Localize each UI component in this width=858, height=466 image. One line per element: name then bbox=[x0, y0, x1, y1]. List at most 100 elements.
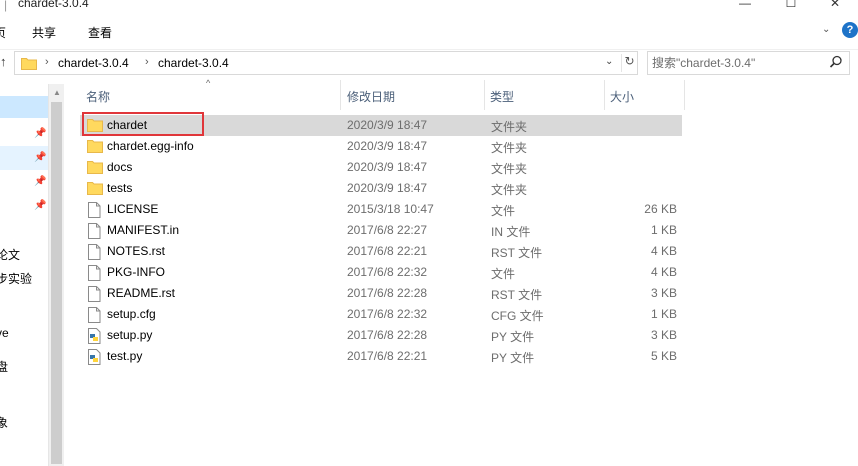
file-row[interactable]: test.py 2017/6/8 22:21 PY 文件 5 KB bbox=[80, 346, 682, 367]
file-date-modified: 2017/6/8 22:21 bbox=[347, 349, 428, 363]
up-arrow-icon[interactable]: ↑ bbox=[0, 54, 7, 69]
sidebar-item-label[interactable]: 象 bbox=[0, 414, 8, 431]
search-icon[interactable] bbox=[829, 55, 843, 72]
file-icon bbox=[87, 286, 101, 305]
sidebar-item-label[interactable]: 盘 bbox=[0, 358, 8, 375]
file-name: tests bbox=[107, 181, 133, 195]
file-row[interactable]: PKG-INFO 2017/6/8 22:32 文件 4 KB bbox=[80, 262, 682, 283]
sidebar-scrollbar[interactable]: ▲ bbox=[48, 84, 64, 466]
file-size: 1 KB bbox=[650, 307, 677, 321]
python-file-icon bbox=[87, 349, 101, 368]
title-separator: | bbox=[4, 0, 8, 12]
file-row[interactable]: chardet.egg-info 2020/3/9 18:47 文件夹 bbox=[80, 136, 682, 157]
help-icon[interactable]: ? bbox=[842, 22, 858, 38]
pin-icon: 📌 bbox=[34, 200, 47, 211]
file-row[interactable]: LICENSE 2015/3/18 10:47 文件 26 KB bbox=[80, 199, 682, 220]
file-row[interactable]: setup.py 2017/6/8 22:28 PY 文件 3 KB bbox=[80, 325, 682, 346]
breadcrumb-item[interactable]: chardet-3.0.4 bbox=[58, 56, 129, 70]
pin-icon: 📌 bbox=[34, 152, 47, 163]
file-date-modified: 2015/3/18 10:47 bbox=[347, 202, 434, 216]
file-row[interactable]: README.rst 2017/6/8 22:28 RST 文件 3 KB bbox=[80, 283, 682, 304]
scroll-up-icon[interactable]: ▲ bbox=[53, 88, 61, 97]
column-header-name[interactable]: 名称 bbox=[86, 88, 110, 105]
sidebar-item-label[interactable]: 论文 bbox=[0, 246, 20, 263]
file-name: README.rst bbox=[107, 286, 176, 300]
file-date-modified: 2017/6/8 22:21 bbox=[347, 244, 428, 258]
chevron-down-icon[interactable]: ⌄ bbox=[605, 56, 613, 67]
chevron-right-icon[interactable]: › bbox=[45, 56, 49, 68]
address-bar[interactable]: › chardet-3.0.4 › chardet-3.0.4 ⌄ ↻ bbox=[14, 51, 638, 75]
file-icon bbox=[87, 244, 101, 263]
minimize-button[interactable]: — bbox=[722, 0, 768, 14]
file-size: 3 KB bbox=[650, 328, 677, 342]
file-size: 5 KB bbox=[650, 349, 677, 363]
file-type: 文件夹 bbox=[491, 183, 528, 197]
chevron-right-icon[interactable]: › bbox=[145, 56, 149, 68]
ribbon: 页 共享 查看 ⌄ ? bbox=[0, 14, 858, 50]
column-header-date[interactable]: 修改日期 bbox=[347, 88, 395, 105]
file-type: 文件夹 bbox=[491, 120, 528, 134]
file-name: docs bbox=[107, 160, 133, 174]
breadcrumb-item[interactable]: chardet-3.0.4 bbox=[158, 56, 229, 70]
file-name: NOTES.rst bbox=[107, 244, 166, 258]
navigation-pane: 📌 📌 📌 📌 论文 步实验 ve 盘 象 bbox=[0, 84, 48, 466]
file-name: chardet.egg-info bbox=[107, 139, 194, 153]
folder-icon bbox=[87, 139, 103, 156]
refresh-icon[interactable]: ↻ bbox=[621, 54, 637, 72]
file-date-modified: 2020/3/9 18:47 bbox=[347, 139, 428, 153]
scrollbar-thumb[interactable] bbox=[51, 102, 62, 464]
close-button[interactable]: ✕ bbox=[812, 0, 858, 14]
file-row[interactable]: setup.cfg 2017/6/8 22:32 CFG 文件 1 KB bbox=[80, 304, 682, 325]
tab-share[interactable]: 共享 bbox=[32, 24, 56, 41]
sidebar-selected-item[interactable] bbox=[0, 96, 48, 118]
file-type: CFG 文件 bbox=[491, 309, 544, 323]
file-size: 4 KB bbox=[650, 244, 677, 258]
column-divider[interactable] bbox=[684, 80, 685, 110]
file-type: PY 文件 bbox=[491, 351, 535, 365]
file-row[interactable]: tests 2020/3/9 18:47 文件夹 bbox=[80, 178, 682, 199]
tab-view[interactable]: 查看 bbox=[88, 24, 112, 41]
pin-icon: 📌 bbox=[34, 176, 47, 187]
ribbon-collapse-icon[interactable]: ⌄ bbox=[822, 24, 834, 36]
file-date-modified: 2020/3/9 18:47 bbox=[347, 181, 428, 195]
folder-icon bbox=[21, 56, 37, 73]
file-icon bbox=[87, 265, 101, 284]
file-row[interactable]: docs 2020/3/9 18:47 文件夹 bbox=[80, 157, 682, 178]
file-name: test.py bbox=[107, 349, 143, 363]
file-type: RST 文件 bbox=[491, 246, 543, 260]
column-divider[interactable] bbox=[484, 80, 485, 110]
column-header-size[interactable]: 大小 bbox=[610, 88, 634, 105]
file-row[interactable]: MANIFEST.in 2017/6/8 22:27 IN 文件 1 KB bbox=[80, 220, 682, 241]
file-type: 文件 bbox=[491, 267, 516, 281]
file-date-modified: 2017/6/8 22:28 bbox=[347, 328, 428, 342]
sidebar-item-label[interactable]: ve bbox=[0, 326, 9, 340]
file-name: LICENSE bbox=[107, 202, 159, 216]
file-name: setup.cfg bbox=[107, 307, 156, 321]
file-type: RST 文件 bbox=[491, 288, 543, 302]
search-box[interactable] bbox=[647, 51, 850, 75]
python-file-icon bbox=[87, 328, 101, 347]
search-input[interactable] bbox=[652, 55, 822, 71]
file-icon bbox=[87, 307, 101, 326]
column-divider[interactable] bbox=[604, 80, 605, 110]
navigation-bar: ↑ › chardet-3.0.4 › chardet-3.0.4 ⌄ ↻ bbox=[0, 50, 858, 78]
sidebar-item-label[interactable]: 步实验 bbox=[0, 270, 32, 287]
tab-home[interactable]: 页 bbox=[0, 24, 6, 41]
pin-icon: 📌 bbox=[34, 128, 47, 139]
file-type: 文件夹 bbox=[491, 162, 528, 176]
file-type: 文件 bbox=[491, 204, 516, 218]
file-name: PKG-INFO bbox=[107, 265, 166, 279]
maximize-button[interactable]: ☐ bbox=[768, 0, 814, 14]
file-date-modified: 2020/3/9 18:47 bbox=[347, 118, 428, 132]
sort-ascending-icon: ^ bbox=[206, 78, 211, 88]
file-size: 26 KB bbox=[644, 202, 677, 216]
file-name: MANIFEST.in bbox=[107, 223, 180, 237]
file-icon bbox=[87, 223, 101, 242]
file-list: ^ 名称 修改日期 类型 大小 chardet 2020/3/9 18:47 文件夹… bbox=[64, 78, 858, 466]
column-header-type[interactable]: 类型 bbox=[490, 88, 514, 105]
file-date-modified: 2017/6/8 22:28 bbox=[347, 286, 428, 300]
highlight-annotation bbox=[82, 112, 204, 136]
file-row[interactable]: NOTES.rst 2017/6/8 22:21 RST 文件 4 KB bbox=[80, 241, 682, 262]
column-divider[interactable] bbox=[340, 80, 341, 110]
folder-icon bbox=[87, 181, 103, 198]
